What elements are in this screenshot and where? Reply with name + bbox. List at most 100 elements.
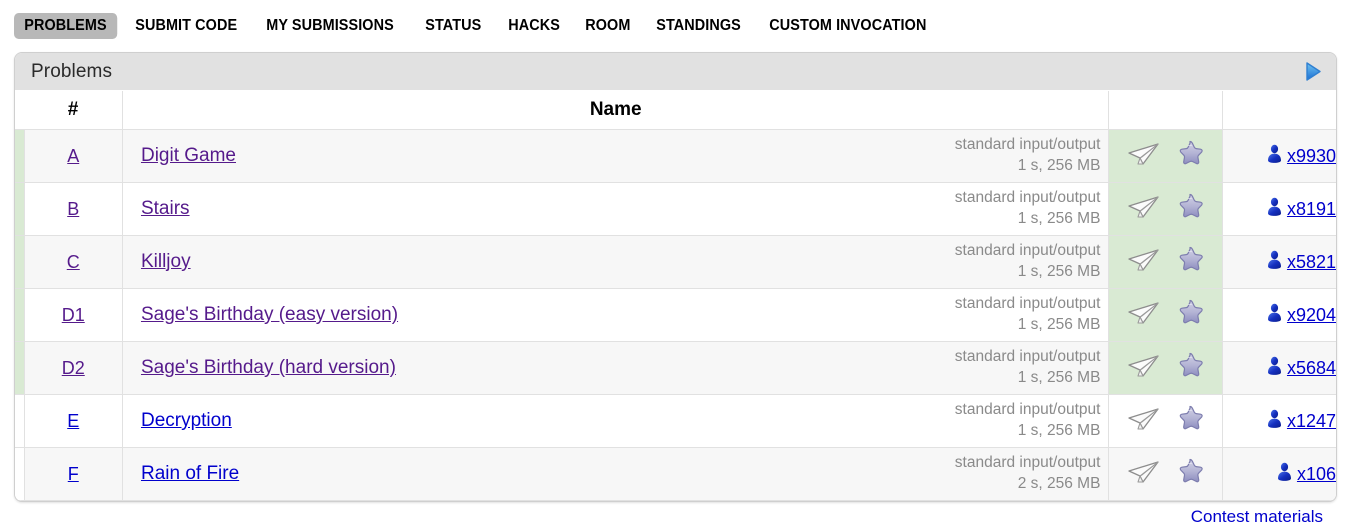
nav-tab-submit-code[interactable]: SUBMIT CODE xyxy=(125,13,247,40)
solvers-count-link[interactable]: x5821 xyxy=(1287,252,1336,272)
solvers-count-link[interactable]: x5684 xyxy=(1287,358,1336,378)
nav-tab-room[interactable]: ROOM xyxy=(575,13,641,40)
column-header-actions xyxy=(1109,91,1223,130)
problems-table: # Name ADigit Gamestandard input/output1… xyxy=(15,91,1336,501)
solved-accent-strip xyxy=(15,342,24,395)
star-icon[interactable] xyxy=(1175,298,1205,332)
problem-time-memory: 1 s, 256 MB xyxy=(955,209,1101,230)
nav-tab-problems[interactable]: PROBLEMS xyxy=(14,13,117,40)
problem-name-cell: Stairsstandard input/output1 s, 256 MB xyxy=(122,183,1108,236)
problem-limits: standard input/output2 s, 256 MB xyxy=(955,453,1109,494)
person-icon xyxy=(1276,462,1293,487)
table-header-row: # Name xyxy=(15,91,1336,130)
solvers-count-link[interactable]: x106 xyxy=(1297,464,1336,484)
problem-actions-cell xyxy=(1109,236,1223,289)
solved-accent-strip xyxy=(15,289,24,342)
solved-accent-strip xyxy=(15,183,24,236)
problem-index-cell: D1 xyxy=(24,289,122,342)
problem-limits: standard input/output1 s, 256 MB xyxy=(955,400,1109,441)
star-icon[interactable] xyxy=(1175,139,1205,173)
accent-header-cell xyxy=(15,91,24,130)
column-header-index: # xyxy=(24,91,122,130)
problem-index-link[interactable]: F xyxy=(68,464,79,484)
table-row: E Decryption standard input/output1 s, 256… xyxy=(15,395,1336,448)
problem-index-cell: A xyxy=(24,130,122,183)
problem-actions-cell xyxy=(1109,183,1223,236)
problem-io: standard input/output xyxy=(955,241,1101,262)
problem-index-link[interactable]: E xyxy=(67,411,79,431)
solvers-count-link[interactable]: x8191 xyxy=(1287,199,1336,219)
problem-name-link[interactable]: Sage's Birthday (hard version) xyxy=(141,357,396,378)
problem-index-cell: E xyxy=(24,395,122,448)
paper-plane-icon[interactable] xyxy=(1127,194,1161,225)
problem-index-link[interactable]: D1 xyxy=(62,305,85,325)
problems-panel: Problems # N xyxy=(14,52,1337,502)
problem-time-memory: 1 s, 256 MB xyxy=(955,315,1101,336)
problem-solvers-cell: x106 xyxy=(1222,448,1336,501)
table-row: A Digit Game standard input/output1 s, 256… xyxy=(15,130,1336,183)
problem-limits: standard input/output1 s, 256 MB xyxy=(955,135,1109,176)
problems-table-head: # Name xyxy=(15,91,1336,130)
person-icon xyxy=(1266,250,1283,275)
problem-name-cell: Sage's Birthday (hard version) standard i… xyxy=(122,342,1108,395)
solved-accent-strip xyxy=(15,448,24,501)
play-triangle-icon[interactable] xyxy=(1305,62,1322,81)
page-title: Problems xyxy=(31,61,112,83)
nav-tab-my-submissions[interactable]: MY SUBMISSIONS xyxy=(256,13,404,40)
table-row: B Stairsstandard input/output1 s, 256 MB x… xyxy=(15,183,1336,236)
problem-name-cell: Digit Game standard input/output1 s, 256 … xyxy=(122,130,1108,183)
paper-plane-icon[interactable] xyxy=(1127,406,1161,437)
problem-index-link[interactable]: A xyxy=(67,146,79,166)
solvers-count-link[interactable]: x9204 xyxy=(1287,305,1336,325)
table-row: F Rain of Fire standard input/output2 s, 2… xyxy=(15,448,1336,501)
problem-index-link[interactable]: D2 xyxy=(62,358,85,378)
star-icon[interactable] xyxy=(1175,351,1205,385)
nav-tab-standings[interactable]: STANDINGS xyxy=(646,13,751,40)
person-icon xyxy=(1266,144,1283,169)
problem-name-link[interactable]: Digit Game xyxy=(141,145,236,166)
paper-plane-icon[interactable] xyxy=(1127,141,1161,172)
problem-limits: standard input/output1 s, 256 MB xyxy=(955,294,1109,335)
problem-io: standard input/output xyxy=(955,294,1101,315)
problem-solvers-cell: x9204 xyxy=(1222,289,1336,342)
problem-name-link[interactable]: Killjoy xyxy=(141,251,191,272)
paper-plane-icon[interactable] xyxy=(1127,353,1161,384)
solved-accent-strip xyxy=(15,395,24,448)
paper-plane-icon[interactable] xyxy=(1127,247,1161,278)
star-icon[interactable] xyxy=(1175,404,1205,438)
problem-name-link[interactable]: Rain of Fire xyxy=(141,463,239,484)
nav-tab-custom-invocation[interactable]: CUSTOM INVOCATION xyxy=(759,13,937,40)
table-row: C Killjoy standard input/output1 s, 256 MB… xyxy=(15,236,1336,289)
solvers-count-link[interactable]: x1247 xyxy=(1287,411,1336,431)
problem-index-link[interactable]: C xyxy=(67,252,80,272)
problem-index-cell: C xyxy=(24,236,122,289)
column-header-name: Name xyxy=(122,91,1108,130)
problem-name-link[interactable]: Decryption xyxy=(141,410,232,431)
problem-index-link[interactable]: B xyxy=(67,199,79,219)
paper-plane-icon[interactable] xyxy=(1127,459,1161,490)
problem-limits: standard input/output1 s, 256 MB xyxy=(955,347,1109,388)
problem-actions-cell xyxy=(1109,130,1223,183)
problem-time-memory: 1 s, 256 MB xyxy=(955,156,1101,177)
problem-name-cell: Sage's Birthday (easy version) standard i… xyxy=(122,289,1108,342)
problems-table-body: ADigit Gamestandard input/output1 s, 256… xyxy=(15,130,1336,501)
problem-actions-cell xyxy=(1109,289,1223,342)
solvers-count-link[interactable]: x9930 xyxy=(1287,146,1336,166)
problem-io: standard input/output xyxy=(955,135,1101,156)
contest-materials-link-clipped[interactable]: Contest materials xyxy=(0,508,1345,524)
problem-name-link[interactable]: Stairs xyxy=(141,198,190,219)
paper-plane-icon[interactable] xyxy=(1127,300,1161,331)
person-icon xyxy=(1266,303,1283,328)
problem-solvers-cell: x8191 xyxy=(1222,183,1336,236)
person-icon xyxy=(1266,356,1283,381)
star-icon[interactable] xyxy=(1175,245,1205,279)
nav-tab-status[interactable]: STATUS xyxy=(415,13,492,40)
problem-name-link[interactable]: Sage's Birthday (easy version) xyxy=(141,304,398,325)
star-icon[interactable] xyxy=(1175,192,1205,226)
problems-caption-bar: Problems xyxy=(15,53,1336,91)
clipped-link-text: Contest materials xyxy=(1191,508,1323,524)
nav-tab-hacks[interactable]: HACKS xyxy=(498,13,570,40)
problem-limits: standard input/output1 s, 256 MB xyxy=(955,241,1109,282)
problem-index-cell: F xyxy=(24,448,122,501)
star-icon[interactable] xyxy=(1175,457,1205,491)
